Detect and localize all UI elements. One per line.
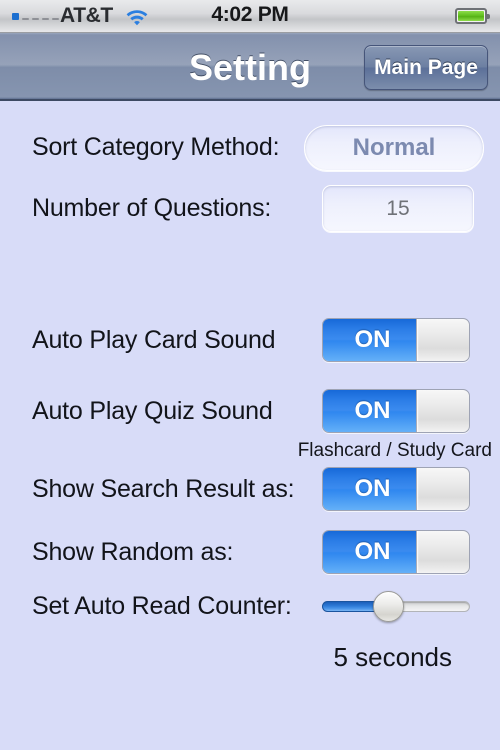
auto-play-quiz-sound-label: Auto Play Quiz Sound xyxy=(32,397,273,425)
row-auto-play-card-sound: Auto Play Card Sound ON xyxy=(0,318,500,362)
toggle-knob[interactable] xyxy=(416,319,469,361)
main-page-button-label: Main Page xyxy=(374,55,478,79)
toggle-on-label: ON xyxy=(354,326,391,353)
status-bar-clock: 4:02 PM xyxy=(211,3,289,26)
battery-full-icon xyxy=(455,8,490,24)
status-bar: AT&T 4:02 PM xyxy=(0,0,500,33)
auto-play-card-sound-label: Auto Play Card Sound xyxy=(32,326,276,354)
toggle-on-label: ON xyxy=(354,397,391,424)
main-page-button[interactable]: Main Page xyxy=(364,45,488,90)
settings-content: Sort Category Method: Normal Number of Q… xyxy=(0,101,500,750)
navigation-bar: Setting Main Page xyxy=(0,33,500,101)
sort-category-method-field[interactable]: Normal xyxy=(304,125,484,171)
row-show-search-result: Show Search Result as: ON xyxy=(0,467,500,511)
toggle-knob[interactable] xyxy=(416,468,469,510)
row-auto-play-quiz-sound: Auto Play Quiz Sound ON xyxy=(0,389,500,433)
iphone-screen: AT&T 4:02 PM Setting Main Page Sort Cate… xyxy=(0,0,500,750)
show-random-toggle[interactable]: ON xyxy=(322,530,470,574)
toggle-on-track: ON xyxy=(323,468,416,510)
row-number-of-questions: Number of Questions: 15 xyxy=(0,185,500,232)
auto-read-counter-value: 5 seconds xyxy=(333,642,452,672)
row-sort-category-method: Sort Category Method: Normal xyxy=(0,125,500,171)
toggle-on-label: ON xyxy=(354,538,391,565)
auto-read-counter-label: Set Auto Read Counter: xyxy=(32,592,292,620)
show-random-label: Show Random as: xyxy=(32,538,234,566)
toggle-knob[interactable] xyxy=(416,390,469,432)
row-auto-read-counter: Set Auto Read Counter: xyxy=(0,590,500,622)
slider-knob[interactable] xyxy=(373,591,405,622)
show-search-result-toggle[interactable]: ON xyxy=(322,467,470,511)
flashcard-study-card-note: Flashcard / Study Card xyxy=(297,440,492,461)
number-of-questions-field[interactable]: 15 xyxy=(322,185,474,232)
number-of-questions-label: Number of Questions: xyxy=(32,194,272,222)
toggle-on-track: ON xyxy=(323,390,416,432)
row-show-random: Show Random as: ON xyxy=(0,530,500,574)
number-of-questions-value: 15 xyxy=(386,196,410,220)
show-search-result-label: Show Search Result as: xyxy=(32,475,295,503)
auto-read-counter-slider[interactable] xyxy=(322,591,470,622)
toggle-on-label: ON xyxy=(354,475,391,502)
auto-play-card-sound-toggle[interactable]: ON xyxy=(322,318,470,362)
toggle-on-track: ON xyxy=(323,319,416,361)
toggle-knob[interactable] xyxy=(416,531,469,573)
toggle-on-track: ON xyxy=(323,531,416,573)
auto-play-quiz-sound-toggle[interactable]: ON xyxy=(322,389,470,433)
sort-category-method-label: Sort Category Method: xyxy=(32,133,280,161)
sort-category-method-value: Normal xyxy=(352,134,436,161)
